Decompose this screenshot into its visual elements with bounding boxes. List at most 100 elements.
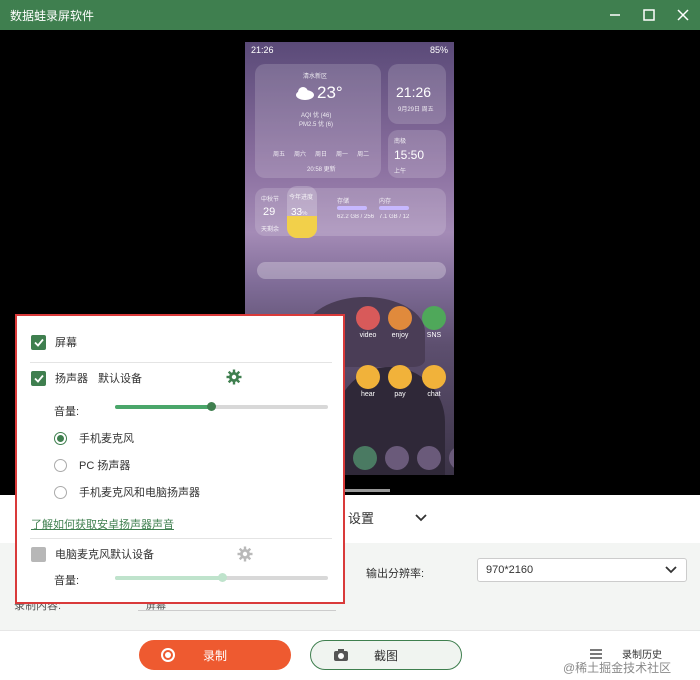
record-icon [161, 648, 175, 662]
screen-checkbox[interactable] [31, 334, 46, 350]
app-label: SNS [426, 332, 442, 339]
year-progress-fill [287, 216, 317, 238]
mic-volume-slider[interactable] [115, 573, 328, 582]
check-icon [33, 374, 44, 383]
app-enjoy: enjoy [385, 306, 415, 339]
maximize-button[interactable] [632, 0, 666, 30]
record-button[interactable]: 录制 [139, 640, 291, 670]
radio-label: 手机麦克风 [79, 433, 134, 445]
radio-phone-mic[interactable]: 手机麦克风 [54, 430, 134, 446]
help-link[interactable]: 了解如何获取安卓扬声器声音 [31, 516, 174, 532]
gear-icon[interactable] [226, 369, 242, 385]
memory-label: 内存 [379, 199, 392, 205]
close-button[interactable] [666, 0, 700, 30]
watermark: @稀土掘金技术社区 [563, 661, 672, 675]
minimize-button[interactable] [598, 0, 632, 30]
forecast-day: 周二 [357, 152, 370, 158]
close-icon [677, 9, 689, 21]
forecast-day: 周日 [315, 152, 328, 158]
memory-bar [379, 206, 409, 210]
audio-source-popup: 屏幕 扬声器 默认设备 音量: 手机麦克风 PC 扬声器 手机麦克风和电脑扬声器… [15, 314, 345, 604]
year-progress-value-wrap: 33 % [291, 207, 307, 218]
clock-time: 21:26 [396, 84, 432, 100]
settings-toggle[interactable]: 设置 [348, 508, 428, 527]
cloud-icon [296, 87, 314, 100]
screenshot-label: 截图 [373, 648, 398, 663]
resolution-label: 输出分辨率: [366, 568, 425, 580]
radio-button[interactable] [54, 431, 67, 445]
world-clock-sub: 上午 [394, 169, 407, 175]
dock-more-icon [449, 446, 454, 470]
phone-battery-status: 85% [429, 45, 448, 55]
speaker-label: 扬声器 [55, 373, 88, 385]
maximize-icon [643, 9, 655, 21]
radio-phone-mic-and-pc-speaker[interactable]: 手机麦克风和电脑扬声器 [54, 484, 200, 500]
festival-sub: 天剩余 [261, 227, 280, 233]
world-clock-widget: 南极 15:50 上午 [388, 130, 446, 178]
festival-title: 中秋节 [261, 197, 280, 203]
festival-day: 29 [263, 206, 276, 218]
year-progress-value: 33 [291, 207, 303, 218]
weather-aqi: AQI 优 (46) [301, 113, 332, 119]
weather-forecast: 周五 周六 周日 周一 周二 [273, 149, 369, 158]
title-bar: 数据蛙录屏软件 [0, 0, 700, 30]
mic-checkbox[interactable] [31, 546, 46, 562]
app-hear: hear [353, 365, 383, 398]
forecast-day: 周六 [294, 152, 307, 158]
screen-label: 屏幕 [55, 337, 77, 349]
phone-status-time: 21:26 [251, 45, 274, 55]
chevron-down-icon [665, 566, 677, 574]
gear-icon[interactable] [237, 546, 253, 562]
weather-location: 清水新区 [303, 74, 328, 80]
camera-icon [334, 649, 348, 661]
app-label: enjoy [391, 332, 409, 339]
speaker-volume-slider[interactable] [115, 402, 328, 411]
weather-update: 20:58 更新 [307, 167, 336, 173]
app-pay: pay [385, 365, 415, 398]
dock-scan-icon [353, 446, 377, 470]
radio-label: 手机麦克风和电脑扬声器 [79, 487, 200, 499]
app-label: chat [427, 391, 441, 398]
speaker-device: 默认设备 [98, 373, 142, 385]
radio-button[interactable] [54, 485, 67, 499]
dock-download-icon [385, 446, 409, 470]
radio-label: PC 扬声器 [79, 460, 131, 472]
record-label: 录制 [202, 648, 227, 663]
app-sns: SNS [419, 306, 449, 339]
storage-value: 62.2 GB / 256 [337, 214, 375, 220]
storage-label: 存储 [337, 199, 350, 205]
divider [30, 362, 332, 363]
divider [30, 538, 332, 539]
clock-date: 9月29日 周五 [398, 107, 434, 113]
speaker-checkbox[interactable] [31, 370, 46, 386]
info-widget: 中秋节 29 天剩余 存储 62.2 GB / 256 内存 7.1 GB / … [255, 188, 446, 236]
settings-title: 设置 [348, 511, 375, 526]
weather-pm: PM2.5 优 (6) [299, 122, 334, 128]
mic-volume-knob[interactable] [217, 573, 227, 582]
app-label: video [359, 332, 377, 339]
storage-bar [337, 206, 367, 210]
memory-value: 7.1 GB / 12 [379, 214, 410, 220]
drag-handle[interactable] [340, 489, 390, 492]
mic-volume-fill [115, 576, 222, 580]
radio-button[interactable] [54, 458, 67, 472]
world-clock-label: 南极 [394, 139, 407, 145]
weather-temp: 23° [317, 83, 343, 102]
weather-widget: 清水新区 23° AQI 优 (46) PM2.5 优 (6) 周五 周六 周日… [255, 64, 381, 178]
app-label: pay [394, 391, 406, 398]
app-video: video [353, 306, 383, 339]
screenshot-button[interactable]: 截图 [310, 640, 462, 670]
volume-label: 音量: [54, 406, 80, 418]
screen-option[interactable]: 屏幕 [31, 334, 77, 350]
app-chat: chat [419, 365, 449, 398]
speaker-volume-knob[interactable] [206, 402, 216, 411]
resolution-select[interactable]: 970*2160 [477, 558, 687, 582]
forecast-day: 周五 [273, 152, 286, 158]
speaker-option[interactable]: 扬声器 默认设备 [31, 370, 142, 386]
year-progress-label: 今年进度 [289, 195, 314, 201]
resolution-value: 970*2160 [486, 564, 534, 576]
radio-pc-speaker[interactable]: PC 扬声器 [54, 457, 130, 473]
check-icon [33, 338, 44, 347]
mic-option[interactable]: 电脑麦克风 默认设备 [31, 546, 154, 562]
forecast-day: 周一 [336, 152, 349, 158]
